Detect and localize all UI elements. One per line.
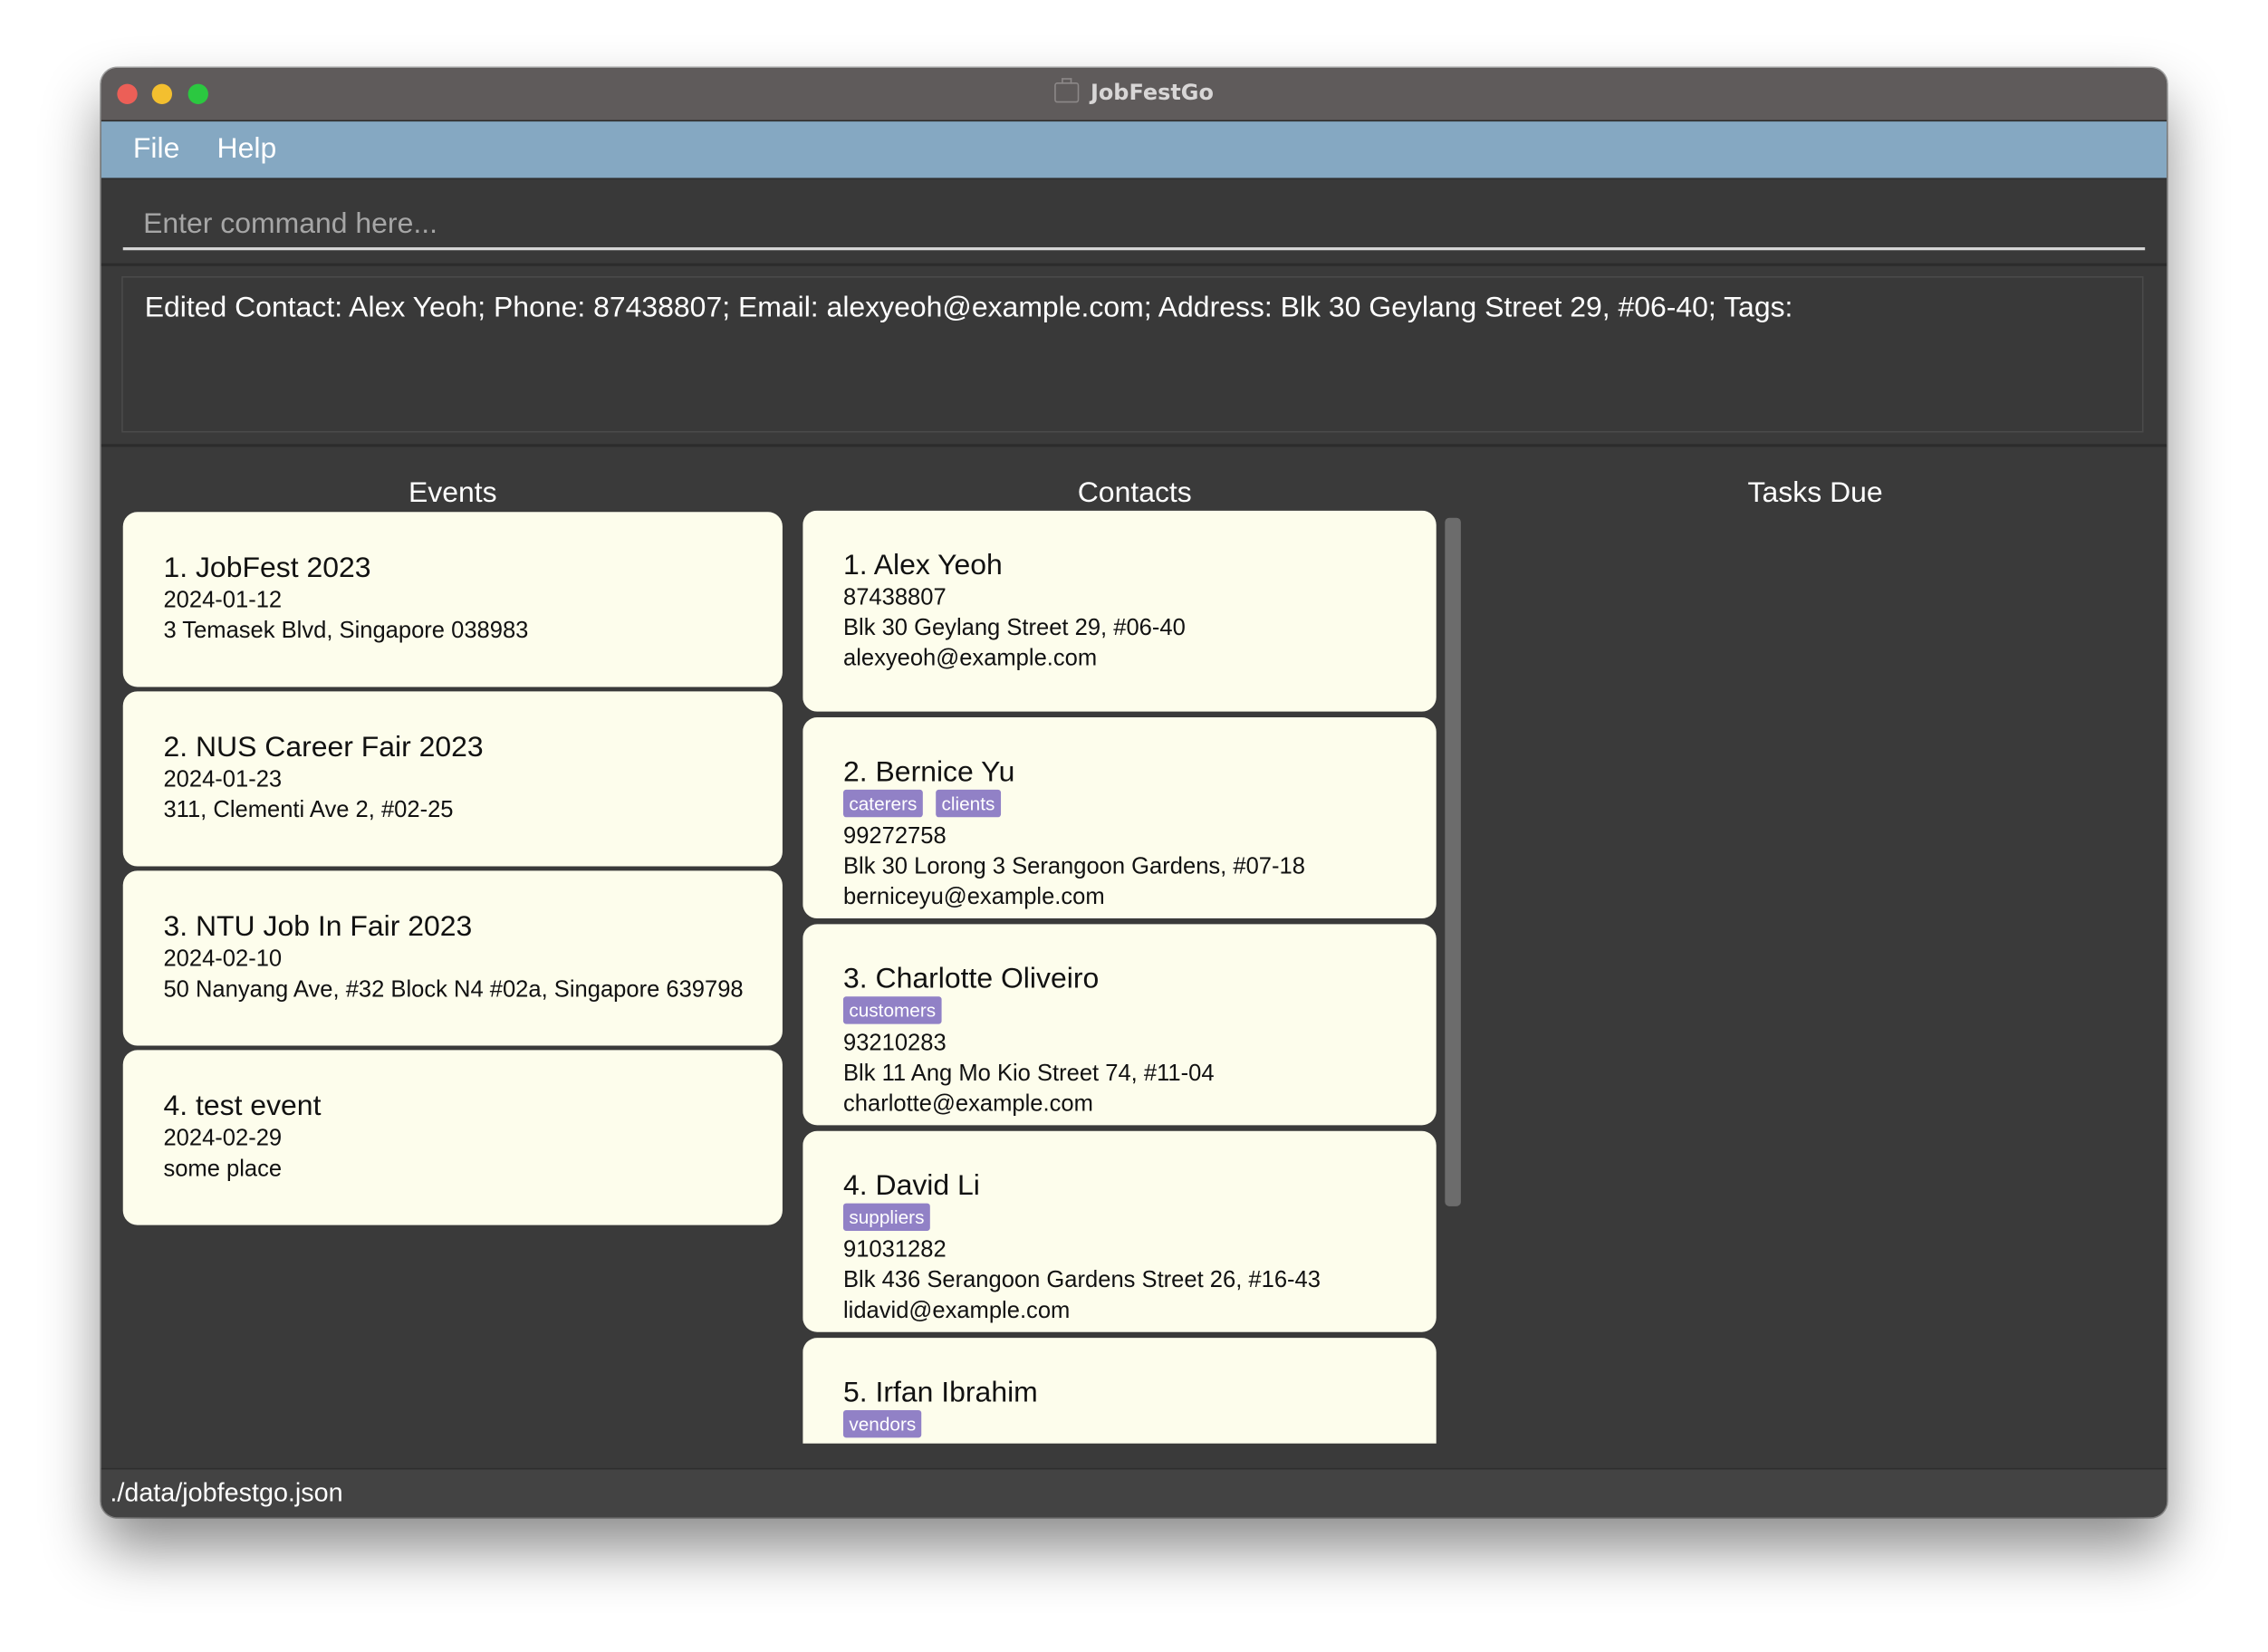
event-card[interactable]: 3. NTU Job In Fair 2023 2024-02-10 50 Na…: [122, 870, 783, 1046]
tag-list: vendors: [842, 1409, 1396, 1441]
contact-name: 2. Bernice Yu: [842, 756, 1015, 789]
command-input[interactable]: [122, 195, 2146, 251]
event-date: 2024-01-12: [163, 588, 283, 614]
event-name: 3. NTU Job In Fair 2023: [163, 911, 473, 944]
status-bar: ./data/jobfestgo.json: [101, 1467, 2167, 1518]
contact-card[interactable]: 4. David Li suppliers 91031282 Blk 436 S…: [802, 1130, 1437, 1332]
briefcase-icon: [1054, 78, 1080, 103]
tag-list: customers: [842, 996, 1396, 1027]
contact-phone: 99272758: [842, 824, 947, 850]
menu-bar: File Help: [101, 121, 2167, 180]
tag-list: suppliers: [842, 1203, 1396, 1234]
event-address: some place: [163, 1157, 283, 1182]
contact-card[interactable]: 5. Irfan Ibrahim vendors 92492021: [802, 1338, 1437, 1444]
contact-card[interactable]: 3. Charlotte Oliveiro customers 93210283…: [802, 924, 1437, 1126]
event-date: 2024-02-10: [163, 946, 283, 973]
event-name: 2. NUS Career Fair 2023: [163, 732, 484, 764]
event-card[interactable]: 2. NUS Career Fair 2023 2024-01-23 311, …: [122, 691, 783, 867]
contact-phone: 92492021: [843, 1442, 1396, 1444]
result-text: Edited Contact: Alex Yeoh; Phone: 874388…: [144, 292, 1793, 324]
event-address: 50 Nanyang Ave, #32 Block N4 #02a, Singa…: [163, 977, 744, 1003]
contact-address: Blk 30 Lorong 3 Serangoon Gardens, #07-1…: [842, 854, 1305, 879]
tag-badge: clients: [936, 789, 1001, 818]
event-card[interactable]: 1. JobFest 2023 2024-01-12 3 Temasek Blv…: [122, 512, 783, 687]
contact-phone: 87438807: [842, 585, 947, 610]
tag-badge: customers: [842, 996, 942, 1024]
event-name: 1. JobFest 2023: [163, 552, 371, 585]
event-date: 2024-01-23: [163, 767, 283, 793]
contact-card[interactable]: 1. Alex Yeoh 87438807 Blk 30 Geylang Str…: [802, 510, 1437, 712]
event-card[interactable]: 4. test event 2024-02-29 some place: [122, 1050, 783, 1225]
event-date: 2024-02-29: [163, 1126, 283, 1152]
contact-email: lidavid@example.com: [842, 1299, 1071, 1324]
contact-name: 4. David Li: [842, 1169, 980, 1203]
menu-help[interactable]: Help: [217, 121, 277, 178]
contact-email: berniceyu@example.com: [842, 885, 1105, 910]
contact-address: Blk 436 Serangoon Gardens Street 26, #16…: [842, 1268, 1321, 1293]
event-name: 4. test event: [163, 1090, 322, 1123]
contact-email: alexyeoh@example.com: [842, 646, 1098, 671]
contact-phone: 93210283: [842, 1031, 947, 1056]
event-address: 3 Temasek Blvd, Singapore 038983: [163, 619, 529, 644]
contact-name: 3. Charlotte Oliveiro: [842, 963, 1100, 995]
menu-file[interactable]: File: [133, 121, 179, 178]
result-display: Edited Contact: Alex Yeoh; Phone: 874388…: [121, 276, 2144, 433]
save-file-path: ./data/jobfestgo.json: [110, 1478, 343, 1507]
tag-badge: vendors: [842, 1409, 922, 1438]
tasks-due-header: Tasks Due: [1747, 476, 1883, 510]
contact-address: Blk 30 Geylang Street 29, #06-40: [842, 616, 1186, 641]
contact-address: Blk 11 Ang Mo Kio Street 74, #11-04: [842, 1061, 1215, 1087]
contact-phone: 91031282: [842, 1237, 947, 1263]
tag-badge: caterers: [842, 789, 923, 818]
contact-name: 5. Irfan Ibrahim: [842, 1377, 1038, 1409]
window-title: JobFestGo: [101, 68, 2167, 120]
tag-badge: suppliers: [842, 1203, 930, 1231]
screen: JobFestGo File Help Edited Contact: Alex…: [0, 0, 2268, 1652]
tag-list: caterers clients: [842, 789, 1396, 821]
divider: [101, 444, 2167, 447]
title-bar[interactable]: JobFestGo: [101, 68, 2167, 122]
events-header: Events: [408, 476, 497, 510]
window-title-text: JobFestGo: [1090, 79, 1214, 106]
contacts-scrollbar[interactable]: [1445, 517, 1461, 1206]
contact-email: charlotte@example.com: [842, 1091, 1093, 1117]
contact-name: 1. Alex Yeoh: [842, 549, 1003, 581]
contact-card[interactable]: 2. Bernice Yu caterers clients 99272758 …: [802, 717, 1437, 919]
app-window: JobFestGo File Help Edited Contact: Alex…: [101, 68, 2167, 1518]
divider: [101, 263, 2167, 266]
contacts-list[interactable]: 1. Alex Yeoh 87438807 Blk 30 Geylang Str…: [802, 510, 1439, 1444]
contacts-header: Contacts: [1077, 476, 1192, 510]
event-address: 311, Clementi Ave 2, #02-25: [163, 798, 454, 823]
command-box: [101, 179, 2167, 266]
